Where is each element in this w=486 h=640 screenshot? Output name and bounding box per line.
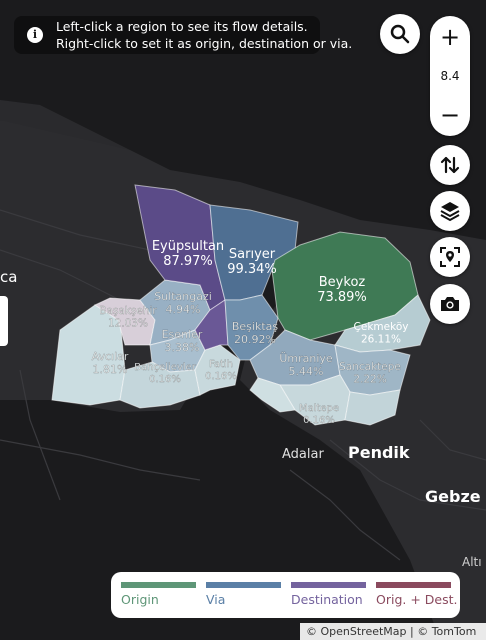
zoom-out-button[interactable]: − [430, 100, 470, 130]
legend-swatch-destination [291, 582, 366, 588]
district-percent-label: 1.81% [93, 363, 128, 376]
info-line-1: Left-click a region to see its flow deta… [56, 19, 308, 34]
zoom-in-button[interactable]: + [430, 22, 470, 52]
layers-icon [440, 202, 460, 222]
district-percent-label: 0.16% [205, 371, 237, 382]
district-name-label: Maltepe [299, 403, 339, 414]
place-label-pendik: Pendik [348, 443, 410, 462]
district-name-label: Çekmeköy [354, 321, 409, 333]
district-percent-label: 0.16% [303, 415, 335, 426]
map-canvas[interactable]: Adalar Pendik Gebze Altı ca Eyüpsultan87… [0, 0, 486, 640]
legend-swatch-origin [121, 582, 196, 588]
legend-label-destination: Destination [291, 592, 363, 607]
place-label-adalar: Adalar [282, 447, 324, 462]
place-label-altinova: Altı [462, 555, 482, 569]
info-icon: i [27, 27, 43, 43]
district-name-label: Başakşehir [99, 305, 157, 317]
place-label-edge: ca [0, 268, 17, 286]
district-percent-label: 0.16% [149, 374, 181, 385]
district-percent-label: 99.34% [227, 262, 277, 277]
info-banner: i Left-click a region to see its flow de… [14, 16, 352, 54]
zoom-control: + 8.4 − [430, 16, 470, 136]
district-name-label: Sultangazi [154, 290, 212, 303]
district-name-label: Bahçelievler [134, 362, 197, 373]
district-percent-label: 3.38% [165, 341, 200, 354]
swap-button[interactable] [430, 145, 470, 185]
district-name-label: Eyüpsultan [152, 239, 224, 254]
district-name-label: Beşiktaş [232, 320, 279, 333]
map-attribution[interactable]: © OpenStreetMap | © TomTom [300, 623, 486, 640]
place-label-gebze: Gebze [425, 487, 481, 506]
district-percent-label: 4.94% [166, 303, 201, 316]
district-name-label: Fatih [209, 359, 233, 370]
layers-button[interactable] [430, 191, 470, 231]
district-percent-label: 87.97% [163, 254, 213, 269]
district-name-label: Sarıyer [229, 247, 276, 262]
legend-label-origin: Origin [121, 592, 159, 607]
district-percent-label: 20.92% [234, 333, 276, 346]
search-icon [390, 24, 410, 44]
legend: Origin Via Destination Orig. + Dest. [111, 572, 460, 618]
camera-icon [441, 297, 459, 311]
search-button[interactable] [380, 14, 420, 54]
district-percent-label: 26.11% [361, 334, 401, 346]
district-name-label: Avcılar [92, 350, 129, 363]
legend-label-orig-dest: Orig. + Dest. [376, 592, 458, 607]
district-percent-label: 12.03% [108, 318, 148, 330]
info-line-2: Right-click to set it as origin, destina… [56, 36, 353, 51]
side-panel-handle[interactable] [0, 296, 8, 346]
district-name-label: Ümraniye [279, 352, 333, 365]
district-percent-label: 2.22% [353, 374, 386, 386]
district-name-label: Beykoz [319, 275, 366, 290]
screenshot-button[interactable] [430, 284, 470, 324]
locate-icon [440, 247, 460, 267]
zoom-level: 8.4 [440, 69, 460, 83]
legend-label-via: Via [206, 592, 226, 607]
legend-swatch-orig-dest [376, 582, 451, 588]
district-name-label: Esenler [162, 328, 203, 341]
district-name-label: Sancaktepe [339, 361, 401, 373]
locate-button[interactable] [430, 237, 470, 277]
legend-swatch-via [206, 582, 281, 588]
district-percent-label: 73.89% [317, 290, 367, 305]
swap-vertical-icon [440, 156, 460, 174]
district-percent-label: 5.44% [289, 365, 324, 378]
